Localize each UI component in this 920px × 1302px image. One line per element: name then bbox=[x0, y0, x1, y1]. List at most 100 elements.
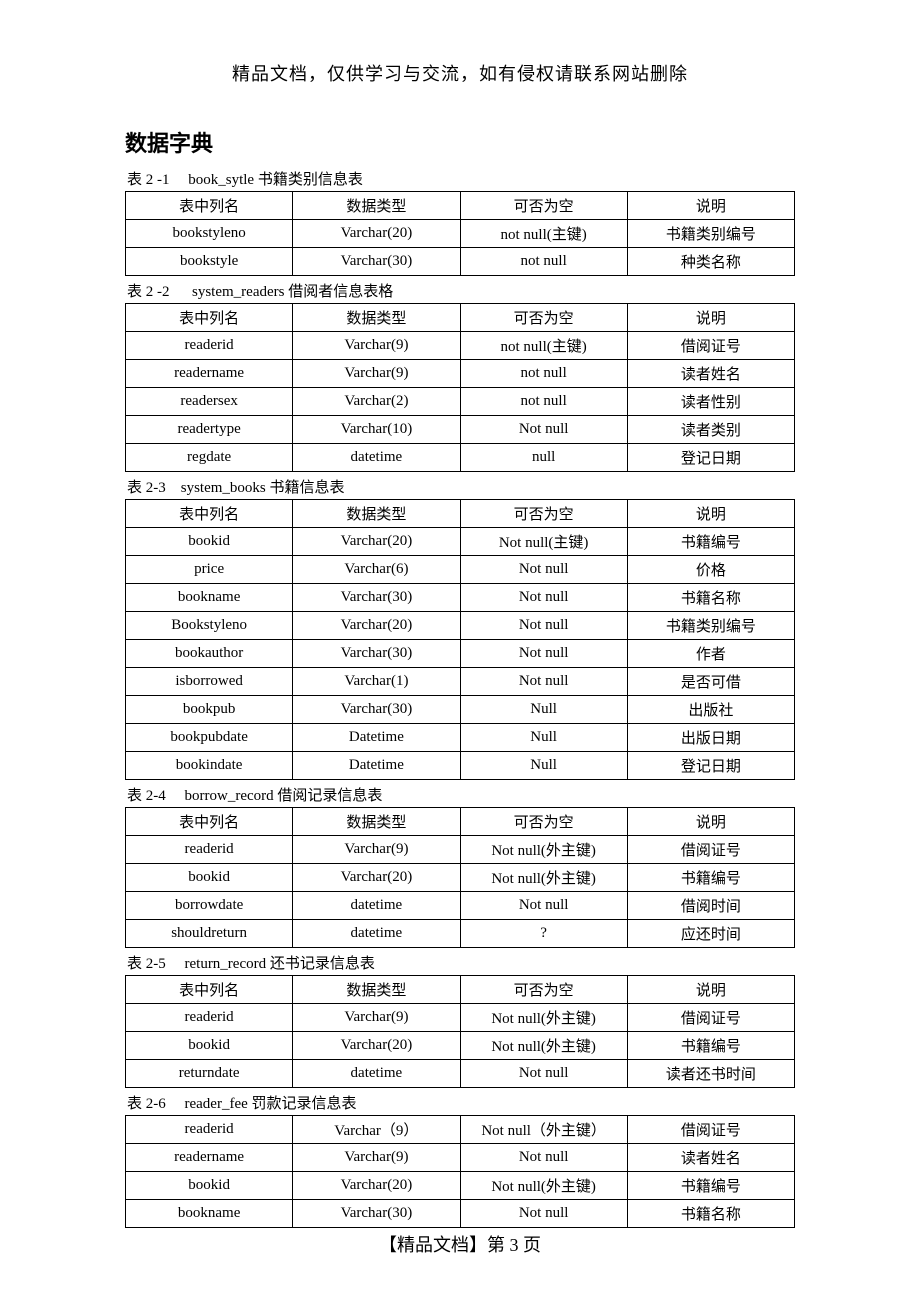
table-cell: bookname bbox=[126, 584, 293, 612]
table-cell: Varchar(20) bbox=[293, 220, 460, 248]
table-row: borrowdatedatetimeNot null借阅时间 bbox=[126, 892, 795, 920]
table-cell: 借阅证号 bbox=[627, 1004, 794, 1032]
table-caption: 表 2-4 borrow_record 借阅记录信息表 bbox=[125, 784, 795, 805]
table-cell: 登记日期 bbox=[627, 444, 794, 472]
table-header-cell: 表中列名 bbox=[126, 976, 293, 1004]
table-header-cell: 说明 bbox=[627, 500, 794, 528]
table-cell: 借阅时间 bbox=[627, 892, 794, 920]
table-cell: Varchar(30) bbox=[293, 584, 460, 612]
table-cell: 种类名称 bbox=[627, 248, 794, 276]
table-header-cell: 表中列名 bbox=[126, 192, 293, 220]
data-table: 表中列名数据类型可否为空说明bookidVarchar(20)Not null(… bbox=[125, 499, 795, 780]
table-cell: readername bbox=[126, 1144, 293, 1172]
table-cell: Not null bbox=[460, 556, 627, 584]
table-header-cell: 说明 bbox=[627, 976, 794, 1004]
table-cell: bookname bbox=[126, 1200, 293, 1228]
table-cell: 书籍编号 bbox=[627, 1172, 794, 1200]
table-cell: 出版社 bbox=[627, 696, 794, 724]
table-header-cell: 数据类型 bbox=[293, 304, 460, 332]
table-row: regdatedatetimenull登记日期 bbox=[126, 444, 795, 472]
table-header-cell: 可否为空 bbox=[460, 192, 627, 220]
table-cell: Varchar(9) bbox=[293, 1144, 460, 1172]
table-cell: Not null bbox=[460, 1060, 627, 1088]
table-header-row: 表中列名数据类型可否为空说明 bbox=[126, 192, 795, 220]
table-cell: not null(主键) bbox=[460, 220, 627, 248]
table-cell: shouldreturn bbox=[126, 920, 293, 948]
table-cell: returndate bbox=[126, 1060, 293, 1088]
table-cell: Varchar(9) bbox=[293, 836, 460, 864]
table-cell: Varchar(20) bbox=[293, 612, 460, 640]
table-cell: Not null(外主键) bbox=[460, 836, 627, 864]
table-cell: Varchar(9) bbox=[293, 1004, 460, 1032]
table-cell: 借阅证号 bbox=[627, 332, 794, 360]
table-cell: 借阅证号 bbox=[627, 1116, 794, 1144]
table-cell: ? bbox=[460, 920, 627, 948]
table-caption: 表 2 -1 book_sytle 书籍类别信息表 bbox=[125, 168, 795, 189]
table-cell: 书籍编号 bbox=[627, 864, 794, 892]
table-cell: bookid bbox=[126, 528, 293, 556]
data-table: 表中列名数据类型可否为空说明bookstylenoVarchar(20)not … bbox=[125, 191, 795, 276]
table-cell: Varchar(20) bbox=[293, 1032, 460, 1060]
table-cell: Not null(外主键) bbox=[460, 864, 627, 892]
table-header-cell: 数据类型 bbox=[293, 808, 460, 836]
table-cell: Varchar(2) bbox=[293, 388, 460, 416]
table-header-cell: 说明 bbox=[627, 808, 794, 836]
table-cell: datetime bbox=[293, 920, 460, 948]
table-row: bookstylenoVarchar(20)not null(主键)书籍类别编号 bbox=[126, 220, 795, 248]
table-cell: 读者还书时间 bbox=[627, 1060, 794, 1088]
table-cell: borrowdate bbox=[126, 892, 293, 920]
table-header-cell: 可否为空 bbox=[460, 976, 627, 1004]
table-cell: Varchar（9） bbox=[293, 1116, 460, 1144]
table-cell: Null bbox=[460, 752, 627, 780]
table-cell: 读者姓名 bbox=[627, 360, 794, 388]
table-cell: price bbox=[126, 556, 293, 584]
table-cell: null bbox=[460, 444, 627, 472]
data-table: readeridVarchar（9）Not null（外主键）借阅证号reade… bbox=[125, 1115, 795, 1228]
table-cell: 应还时间 bbox=[627, 920, 794, 948]
table-cell: Varchar(20) bbox=[293, 1172, 460, 1200]
table-cell: bookpub bbox=[126, 696, 293, 724]
table-caption: 表 2 -2 system_readers 借阅者信息表格 bbox=[125, 280, 795, 301]
data-table: 表中列名数据类型可否为空说明readeridVarchar(9)Not null… bbox=[125, 807, 795, 948]
table-row: bookidVarchar(20)Not null(外主键)书籍编号 bbox=[126, 1032, 795, 1060]
table-cell: Varchar(30) bbox=[293, 248, 460, 276]
table-cell: 读者类别 bbox=[627, 416, 794, 444]
table-caption: 表 2-3 system_books 书籍信息表 bbox=[125, 476, 795, 497]
table-header-cell: 可否为空 bbox=[460, 304, 627, 332]
table-cell: Varchar(30) bbox=[293, 640, 460, 668]
table-row: readernameVarchar(9)Not null读者姓名 bbox=[126, 1144, 795, 1172]
table-cell: Varchar(30) bbox=[293, 1200, 460, 1228]
table-cell: not null bbox=[460, 360, 627, 388]
table-cell: readertype bbox=[126, 416, 293, 444]
table-cell: Not null(外主键) bbox=[460, 1172, 627, 1200]
page-footer: 【精品文档】第 3 页 bbox=[0, 1231, 920, 1257]
table-row: readersexVarchar(2)not null读者性别 bbox=[126, 388, 795, 416]
table-row: bookidVarchar(20)Not null(外主键)书籍编号 bbox=[126, 1172, 795, 1200]
table-cell: 书籍类别编号 bbox=[627, 220, 794, 248]
table-row: booknameVarchar(30)Not null书籍名称 bbox=[126, 1200, 795, 1228]
table-cell: Not null bbox=[460, 640, 627, 668]
table-cell: datetime bbox=[293, 1060, 460, 1088]
data-table: 表中列名数据类型可否为空说明readeridVarchar(9)not null… bbox=[125, 303, 795, 472]
table-cell: Not null(外主键) bbox=[460, 1004, 627, 1032]
table-header-cell: 数据类型 bbox=[293, 976, 460, 1004]
table-cell: bookpubdate bbox=[126, 724, 293, 752]
header-notice: 精品文档，仅供学习与交流，如有侵权请联系网站删除 bbox=[125, 60, 795, 86]
table-cell: 借阅证号 bbox=[627, 836, 794, 864]
table-cell: Not null bbox=[460, 612, 627, 640]
table-cell: datetime bbox=[293, 892, 460, 920]
table-cell: Bookstyleno bbox=[126, 612, 293, 640]
table-header-cell: 可否为空 bbox=[460, 808, 627, 836]
table-cell: 作者 bbox=[627, 640, 794, 668]
table-row: readeridVarchar(9)Not null(外主键)借阅证号 bbox=[126, 1004, 795, 1032]
table-cell: not null(主键) bbox=[460, 332, 627, 360]
table-row: bookstyleVarchar(30)not null种类名称 bbox=[126, 248, 795, 276]
table-row: bookauthorVarchar(30)Not null作者 bbox=[126, 640, 795, 668]
table-cell: Not null bbox=[460, 584, 627, 612]
table-cell: Varchar(20) bbox=[293, 528, 460, 556]
table-cell: bookindate bbox=[126, 752, 293, 780]
document-title: 数据字典 bbox=[125, 126, 795, 158]
table-cell: bookid bbox=[126, 1172, 293, 1200]
table-row: bookidVarchar(20)Not null(主键)书籍编号 bbox=[126, 528, 795, 556]
table-row: readertypeVarchar(10)Not null读者类别 bbox=[126, 416, 795, 444]
